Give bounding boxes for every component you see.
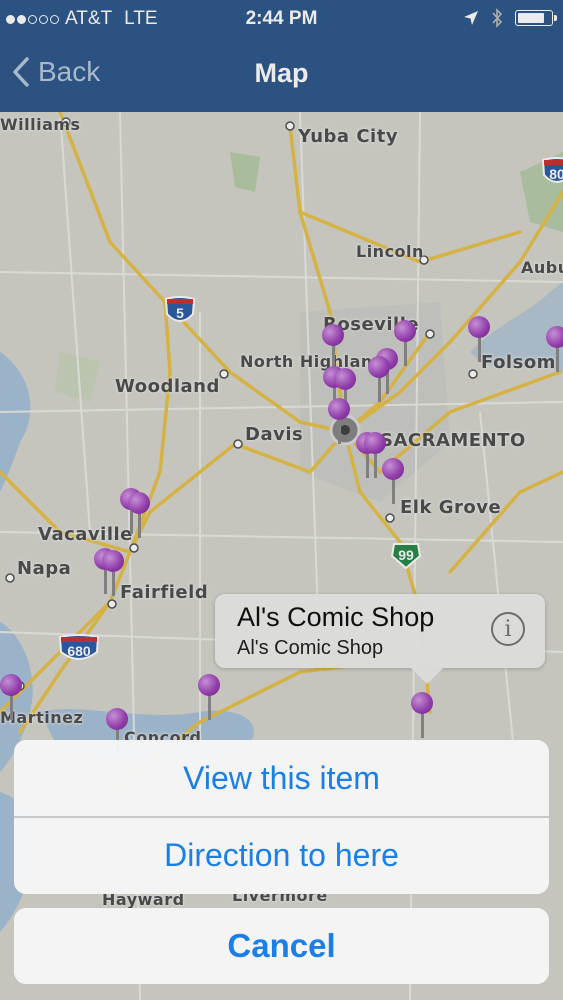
map-pin[interactable] — [102, 550, 124, 596]
action-sheet: View this item Direction to here — [14, 740, 549, 894]
map-pin-selected[interactable] — [411, 692, 433, 738]
directions-button[interactable]: Direction to here — [14, 818, 549, 894]
state-route-99-shield: 99 — [390, 540, 422, 570]
callout-title: Al's Comic Shop — [237, 602, 435, 632]
state-route-99-label: 99 — [398, 547, 414, 563]
map-label-elk-grove: Elk Grove — [400, 497, 502, 518]
map-pin[interactable] — [128, 492, 150, 538]
map-pin[interactable] — [468, 316, 490, 362]
map-label-auburn: Aubu — [521, 258, 563, 277]
map-label-sacramento: SACRAMENTO — [380, 430, 526, 451]
map-label-yuba-city: Yuba City — [298, 126, 399, 147]
map-label-vacaville: Vacaville — [38, 524, 133, 545]
map-pin[interactable] — [198, 674, 220, 720]
map-callout[interactable]: Al's Comic Shop Al's Comic Shop i — [215, 594, 545, 684]
map-label-lincoln: Lincoln — [356, 242, 424, 261]
battery-icon — [515, 10, 557, 26]
map-label-williams: Williams — [0, 115, 81, 134]
info-icon[interactable]: i — [491, 612, 525, 646]
map-label-woodland: Woodland — [115, 376, 220, 397]
page-title: Map — [254, 58, 309, 88]
interstate-5-shield: 5 — [164, 296, 196, 326]
interstate-680-shield: 680 — [58, 634, 100, 664]
status-icons — [463, 8, 557, 28]
navigation-bar: Back Map — [0, 38, 563, 112]
map-pin[interactable] — [368, 356, 390, 402]
map-pin[interactable] — [0, 674, 22, 720]
map-pin[interactable] — [322, 324, 344, 370]
cancel-sheet: Cancel — [14, 908, 549, 984]
location-arrow-icon — [464, 11, 478, 25]
map-label-fairfield: Fairfield — [120, 582, 209, 603]
bluetooth-icon — [492, 8, 503, 28]
map-pin[interactable] — [546, 326, 563, 372]
map-label-folsom: Folsom — [481, 352, 556, 373]
callout-subtitle: Al's Comic Shop — [237, 637, 384, 659]
cancel-button[interactable]: Cancel — [14, 908, 549, 984]
interstate-80-label: 80 — [549, 166, 563, 182]
map-pin[interactable] — [382, 458, 404, 504]
status-bar: AT&T LTE 2:44 PM — [0, 0, 563, 38]
interstate-5-label: 5 — [176, 305, 184, 321]
view-item-button[interactable]: View this item — [14, 740, 549, 816]
interstate-80-shield: 80 — [541, 157, 563, 187]
map-pin[interactable] — [328, 398, 350, 444]
interstate-680-label: 680 — [67, 643, 91, 659]
map-label-napa: Napa — [17, 558, 72, 579]
map-label-davis: Davis — [245, 424, 304, 445]
